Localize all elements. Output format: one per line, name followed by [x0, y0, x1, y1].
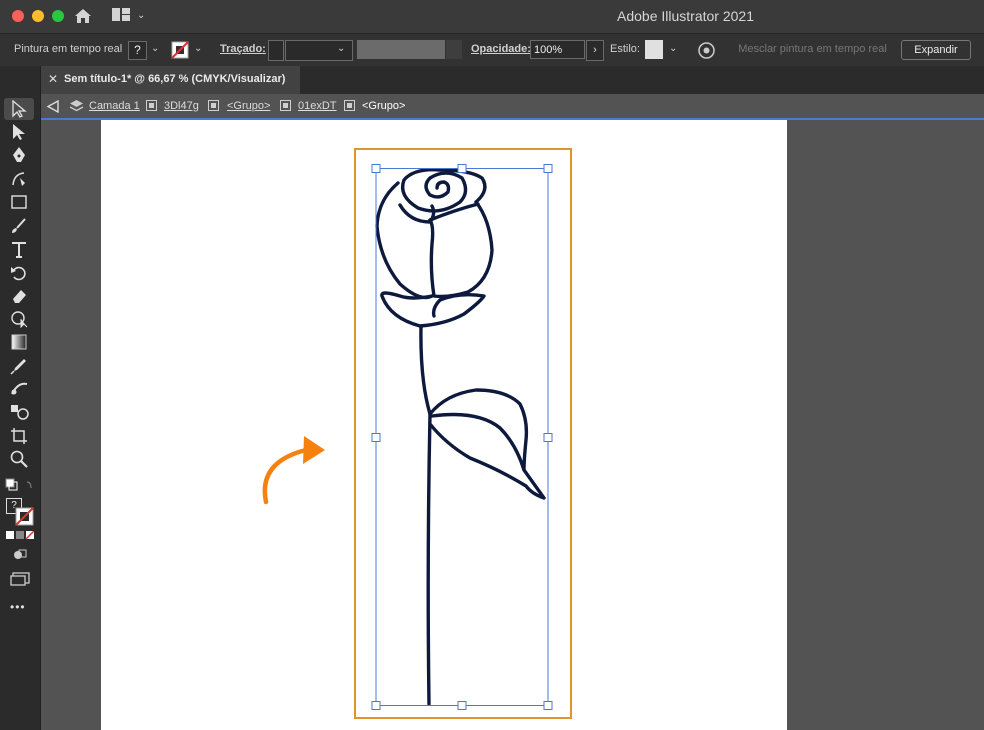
style-label: Estilo: [610, 43, 640, 55]
fill-swatch[interactable]: ? [128, 41, 147, 60]
profile-dropdown[interactable] [446, 40, 462, 59]
blend-tool-icon[interactable] [10, 380, 30, 398]
stroke-label[interactable]: Traçado: [220, 43, 266, 55]
curvature-tool-icon[interactable] [10, 170, 28, 188]
group-icon [280, 100, 291, 111]
group-icon [344, 100, 355, 111]
stroke-color-box[interactable] [15, 507, 34, 526]
control-bar: Pintura em tempo real ? ⌄ ⌄ Traçado: ⌄ O… [0, 33, 984, 67]
selection-tool-icon[interactable] [11, 100, 27, 118]
stroke-none-icon[interactable] [170, 40, 190, 60]
paintbrush-tool-icon[interactable] [10, 217, 28, 235]
group-icon [146, 100, 157, 111]
expand-button[interactable]: Expandir [901, 40, 971, 60]
rotate-tool-icon[interactable] [10, 264, 28, 282]
breadcrumb-item[interactable]: <Grupo> [227, 100, 270, 112]
opacity-arrow[interactable]: › [586, 40, 604, 61]
breadcrumb-layer[interactable]: Camada 1 [89, 100, 140, 112]
isolation-breadcrumb: Camada 1 3Dl47g <Grupo> 01exDT <Grupo> [40, 94, 984, 120]
back-arrow-icon[interactable] [46, 100, 60, 113]
swap-fill-stroke-icon[interactable] [5, 478, 37, 492]
opacity-input[interactable]: 100% [530, 40, 585, 59]
chevron-down-icon[interactable]: ⌄ [337, 43, 345, 54]
eyedropper-tool-icon[interactable] [10, 357, 28, 375]
more-tools-button[interactable]: ••• [10, 600, 26, 614]
breadcrumb-item[interactable]: 3Dl47g [164, 100, 199, 112]
layer-icon [69, 100, 84, 112]
document-tab-bar: ›› ✕ Sem título-1* @ 66,67 % (CMYK/Visua… [0, 66, 984, 94]
tab-document[interactable]: ✕ Sem título-1* @ 66,67 % (CMYK/Visualiz… [40, 66, 300, 94]
symbol-sprayer-tool-icon[interactable] [10, 403, 30, 421]
gradient-tool-icon[interactable] [11, 334, 28, 351]
opacity-label[interactable]: Opacidade: [471, 43, 531, 55]
tools-panel: ? ••• [0, 66, 41, 730]
app-title: Adobe Illustrator 2021 [617, 8, 754, 24]
merge-live-paint-button[interactable]: Mesclar pintura em tempo real [729, 40, 896, 59]
shape-builder-tool-icon[interactable] [10, 310, 30, 328]
variable-width-profile[interactable] [357, 40, 445, 59]
rectangle-tool-icon[interactable] [11, 195, 28, 210]
artboard-tool-icon[interactable] [10, 427, 29, 445]
group-icon [208, 100, 219, 111]
annotation-arrow-icon [262, 436, 325, 505]
chevron-down-icon[interactable]: ⌄ [669, 43, 677, 54]
breadcrumb-current: <Grupo> [362, 100, 406, 112]
direct-selection-tool-icon[interactable] [11, 123, 27, 141]
live-paint-label: Pintura em tempo real [14, 43, 123, 55]
stroke-weight-stepper[interactable] [268, 40, 284, 61]
style-swatch[interactable] [645, 40, 663, 59]
color-mode-icons[interactable] [6, 531, 34, 541]
eraser-tool-icon[interactable] [10, 287, 28, 305]
screen-mode-icon[interactable] [10, 572, 30, 586]
type-tool-icon[interactable] [11, 241, 27, 259]
zoom-tool-icon[interactable] [10, 450, 29, 469]
pen-tool-icon[interactable] [10, 146, 28, 164]
title-bar: ⌄ Adobe Illustrator 2021 [0, 0, 984, 33]
chevron-down-icon[interactable]: ⌄ [194, 43, 202, 54]
recolor-artwork-icon[interactable] [698, 42, 715, 59]
rose-line-art[interactable] [360, 160, 566, 716]
draw-mode-icon[interactable] [12, 548, 28, 562]
chevron-down-icon[interactable]: ⌄ [151, 43, 159, 54]
close-tab-icon[interactable]: ✕ [48, 72, 58, 86]
breadcrumb-item[interactable]: 01exDT [298, 100, 337, 112]
document-title: Sem título-1* @ 66,67 % (CMYK/Visualizar… [64, 73, 286, 85]
